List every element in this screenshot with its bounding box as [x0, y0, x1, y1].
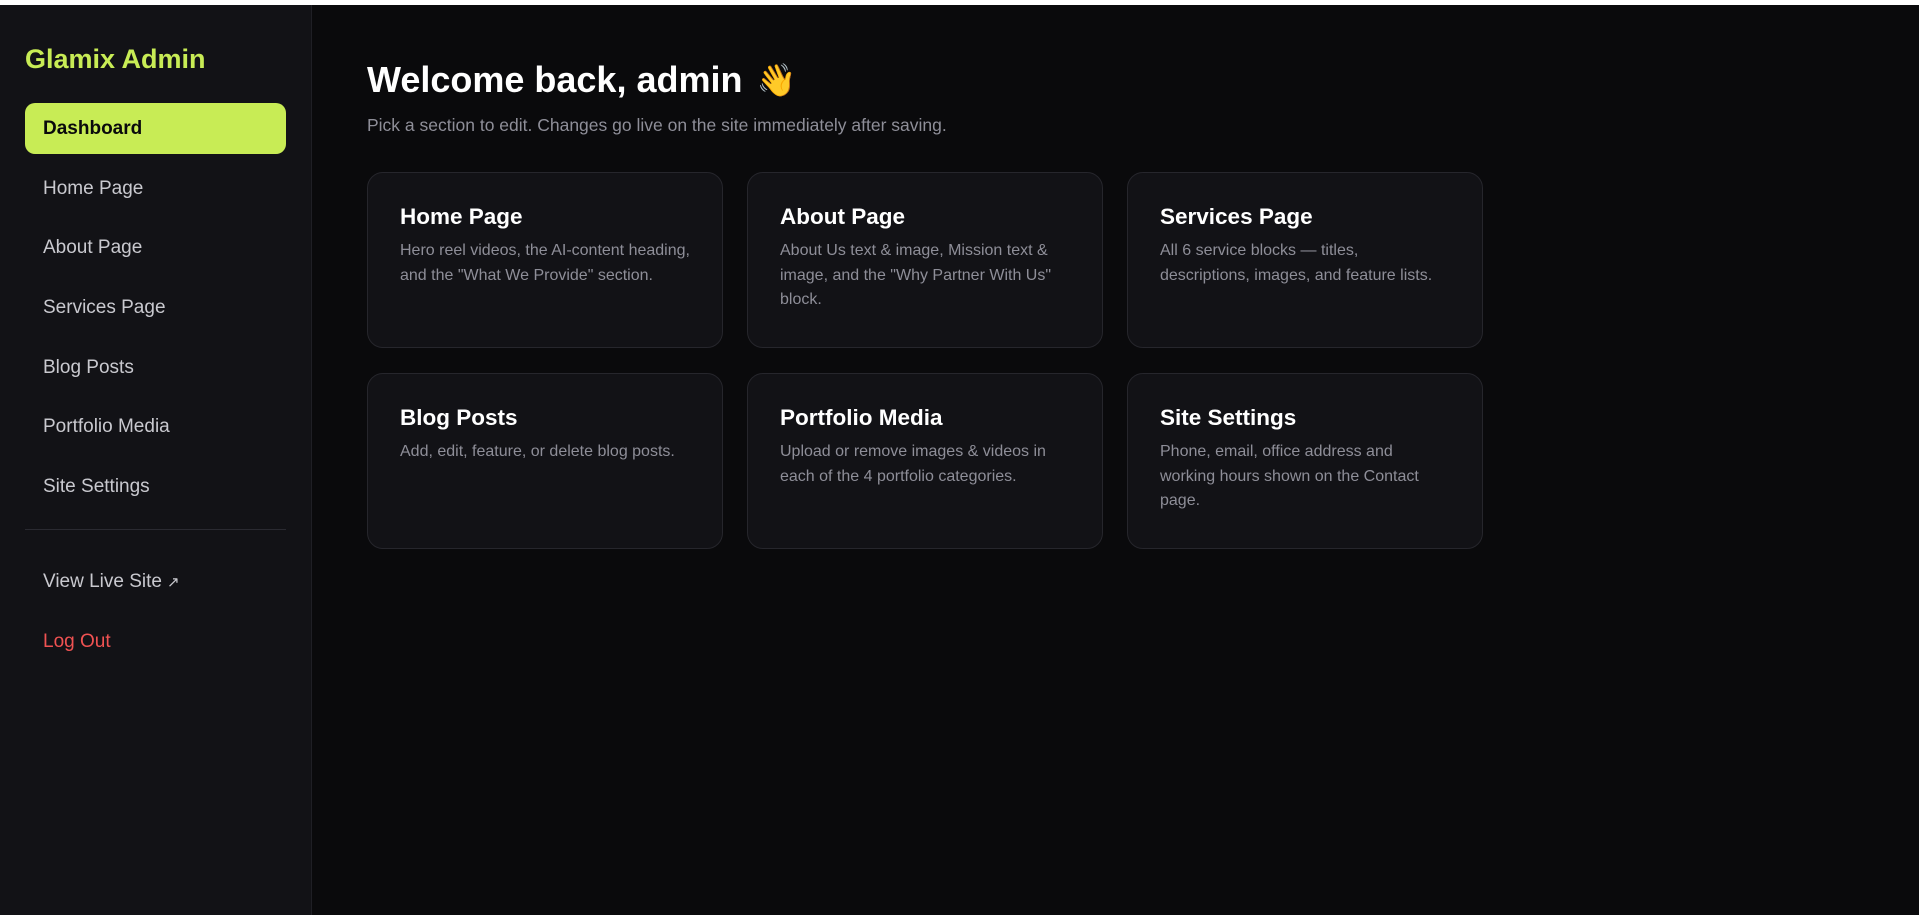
card-title: Home Page [400, 204, 523, 229]
card-title: Portfolio Media [780, 405, 943, 430]
sidebar: Glamix Admin Dashboard Home Page About P… [0, 5, 312, 915]
sidebar-item-site-settings[interactable]: Site Settings [25, 461, 286, 512]
card-description: Hero reel videos, the AI-content heading… [400, 242, 690, 284]
sidebar-item-about-page[interactable]: About Page [25, 222, 286, 273]
logout-link[interactable]: Log Out [25, 616, 286, 667]
card-description: Add, edit, feature, or delete blog posts… [400, 443, 675, 460]
sidebar-item-home-page[interactable]: Home Page [25, 163, 286, 214]
card-description: All 6 service blocks — titles, descripti… [1160, 242, 1433, 284]
page-title: Welcome back, admin [367, 59, 743, 100]
view-live-site-link[interactable]: View Live Site ↗ [25, 556, 286, 607]
sidebar-item-blog-posts[interactable]: Blog Posts [25, 342, 286, 393]
card-blog-posts[interactable]: Blog Posts Add, edit, feature, or delete… [367, 373, 723, 549]
sidebar-item-portfolio-media[interactable]: Portfolio Media [25, 401, 286, 452]
sidebar-nav: Dashboard Home Page About Page Services … [25, 103, 286, 512]
main-content: Welcome back, admin 👋 Pick a section to … [312, 5, 1919, 915]
card-title: Site Settings [1160, 405, 1297, 430]
card-site-settings[interactable]: Site Settings Phone, email, office addre… [1127, 373, 1483, 549]
sidebar-item-services-page[interactable]: Services Page [25, 282, 286, 333]
view-live-site-label: View Live Site [43, 571, 162, 593]
waving-hand-icon: 👋 [756, 62, 797, 98]
card-title: Blog Posts [400, 405, 518, 430]
card-about-page[interactable]: About Page About Us text & image, Missio… [747, 172, 1103, 348]
card-title: About Page [780, 204, 906, 229]
card-services-page[interactable]: Services Page All 6 service blocks — tit… [1127, 172, 1483, 348]
admin-app: Glamix Admin Dashboard Home Page About P… [0, 5, 1919, 915]
card-home-page[interactable]: Home Page Hero reel videos, the AI-conte… [367, 172, 723, 348]
page-subtitle: Pick a section to edit. Changes go live … [367, 115, 947, 135]
card-description: Phone, email, office address and working… [1160, 443, 1419, 509]
sidebar-divider [25, 529, 286, 531]
card-description: Upload or remove images & videos in each… [780, 443, 1046, 485]
card-title: Services Page [1160, 204, 1313, 229]
external-link-icon: ↗ [167, 574, 180, 592]
card-description: About Us text & image, Mission text & im… [780, 242, 1052, 308]
card-portfolio-media[interactable]: Portfolio Media Upload or remove images … [747, 373, 1103, 549]
section-card-grid: Home Page Hero reel videos, the AI-conte… [367, 172, 1919, 549]
brand-title: Glamix Admin [25, 44, 206, 74]
sidebar-item-dashboard[interactable]: Dashboard [25, 103, 286, 154]
welcome-header: Welcome back, admin 👋 [367, 57, 1919, 103]
